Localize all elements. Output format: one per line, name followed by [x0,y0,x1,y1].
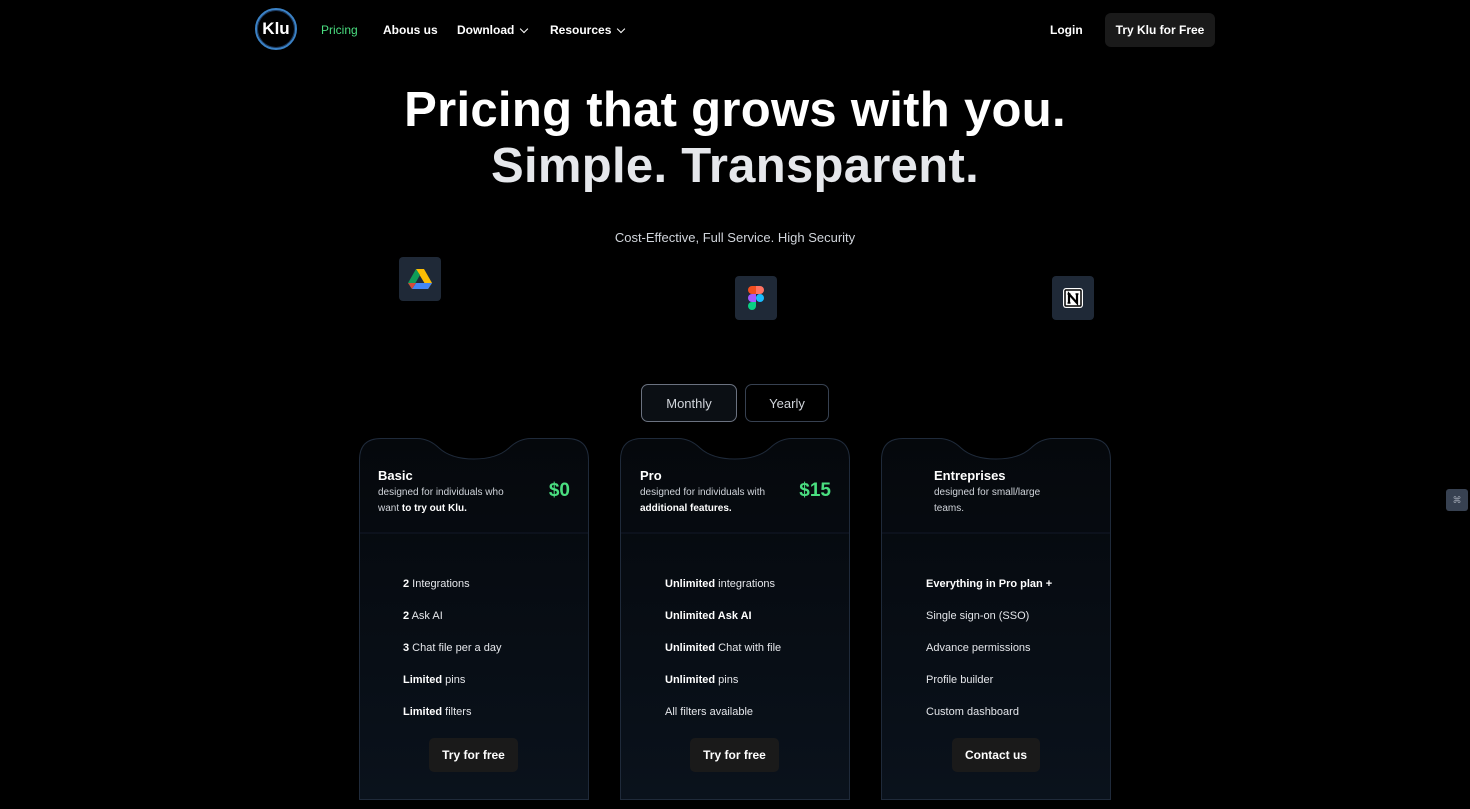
chevron-down-icon [520,24,529,33]
plan-description: designed for individuals who want to try… [378,487,504,514]
plan-description: designed for individuals with additional… [640,487,766,514]
plan-description: designed for small/large teams. [934,487,1041,514]
notion-icon [1052,276,1094,320]
plan-name: Pro [640,468,662,483]
yearly-toggle[interactable]: Yearly [745,384,829,422]
plan-name: Entreprises [934,468,1006,483]
feature-item: Limited filters [403,706,472,718]
nav-download-menu[interactable]: Download [457,23,529,37]
feature-item: Single sign-on (SSO) [926,610,1030,622]
plan-card-enterprise: Entreprises designed for small/large tea… [881,438,1111,800]
feature-item: Advance permissions [926,642,1031,654]
plan-price: $0 [548,480,570,501]
contact-us-button[interactable]: Contact us [952,738,1040,772]
chevron-down-icon [617,24,626,33]
feature-item: Unlimited integrations [665,578,776,590]
feature-item: Limited pins [403,674,466,686]
nav-download-label: Download [457,23,515,37]
feature-item: Custom dashboard [926,706,1019,718]
feature-list: 2 Integrations 2 Ask AI 3 Chat file per … [403,576,501,736]
feature-item: Everything in Pro plan + [926,578,1053,590]
nav-about-link[interactable]: Abous us [383,23,438,37]
plan-name: Basic [378,468,413,483]
figma-icon [735,276,777,320]
feature-item: All filters available [665,706,754,718]
plan-card-basic: Basic designed for individuals who want … [359,438,589,800]
login-link[interactable]: Login [1050,23,1083,37]
nav-resources-label: Resources [550,23,612,37]
plan-price: $15 [799,480,831,501]
monthly-toggle[interactable]: Monthly [641,384,737,422]
plan-card-pro: Pro designed for individuals with additi… [620,438,850,800]
try-for-free-button[interactable]: Try for free [429,738,518,772]
try-klu-free-button[interactable]: Try Klu for Free [1105,13,1215,47]
try-for-free-button[interactable]: Try for free [690,738,779,772]
feature-list: Everything in Pro plan + Single sign-on … [926,576,1052,736]
feature-list: Unlimited integrations Unlimited Ask AI … [665,576,781,736]
google-drive-icon [399,257,441,301]
hero-title-line1: Pricing that grows with you. [404,83,1066,137]
hero-title-line2: Simple. Transparent. [491,139,979,193]
feature-item: 2 Integrations [403,578,470,590]
nav-pricing-link[interactable]: Pricing [321,23,358,37]
feature-item: 2 Ask AI [403,610,443,622]
floating-widget-icon[interactable]: ⌘ [1446,489,1468,511]
feature-item: 3 Chat file per a day [403,642,502,654]
klu-logo[interactable]: Klu [255,8,297,50]
nav-resources-menu[interactable]: Resources [550,23,626,37]
feature-item: Profile builder [926,674,994,686]
feature-item: Unlimited pins [665,674,739,686]
feature-item: Unlimited Chat with file [665,642,782,654]
feature-item: Unlimited Ask AI [665,610,752,622]
hero-subtitle: Cost-Effective, Full Service. High Secur… [614,230,856,245]
